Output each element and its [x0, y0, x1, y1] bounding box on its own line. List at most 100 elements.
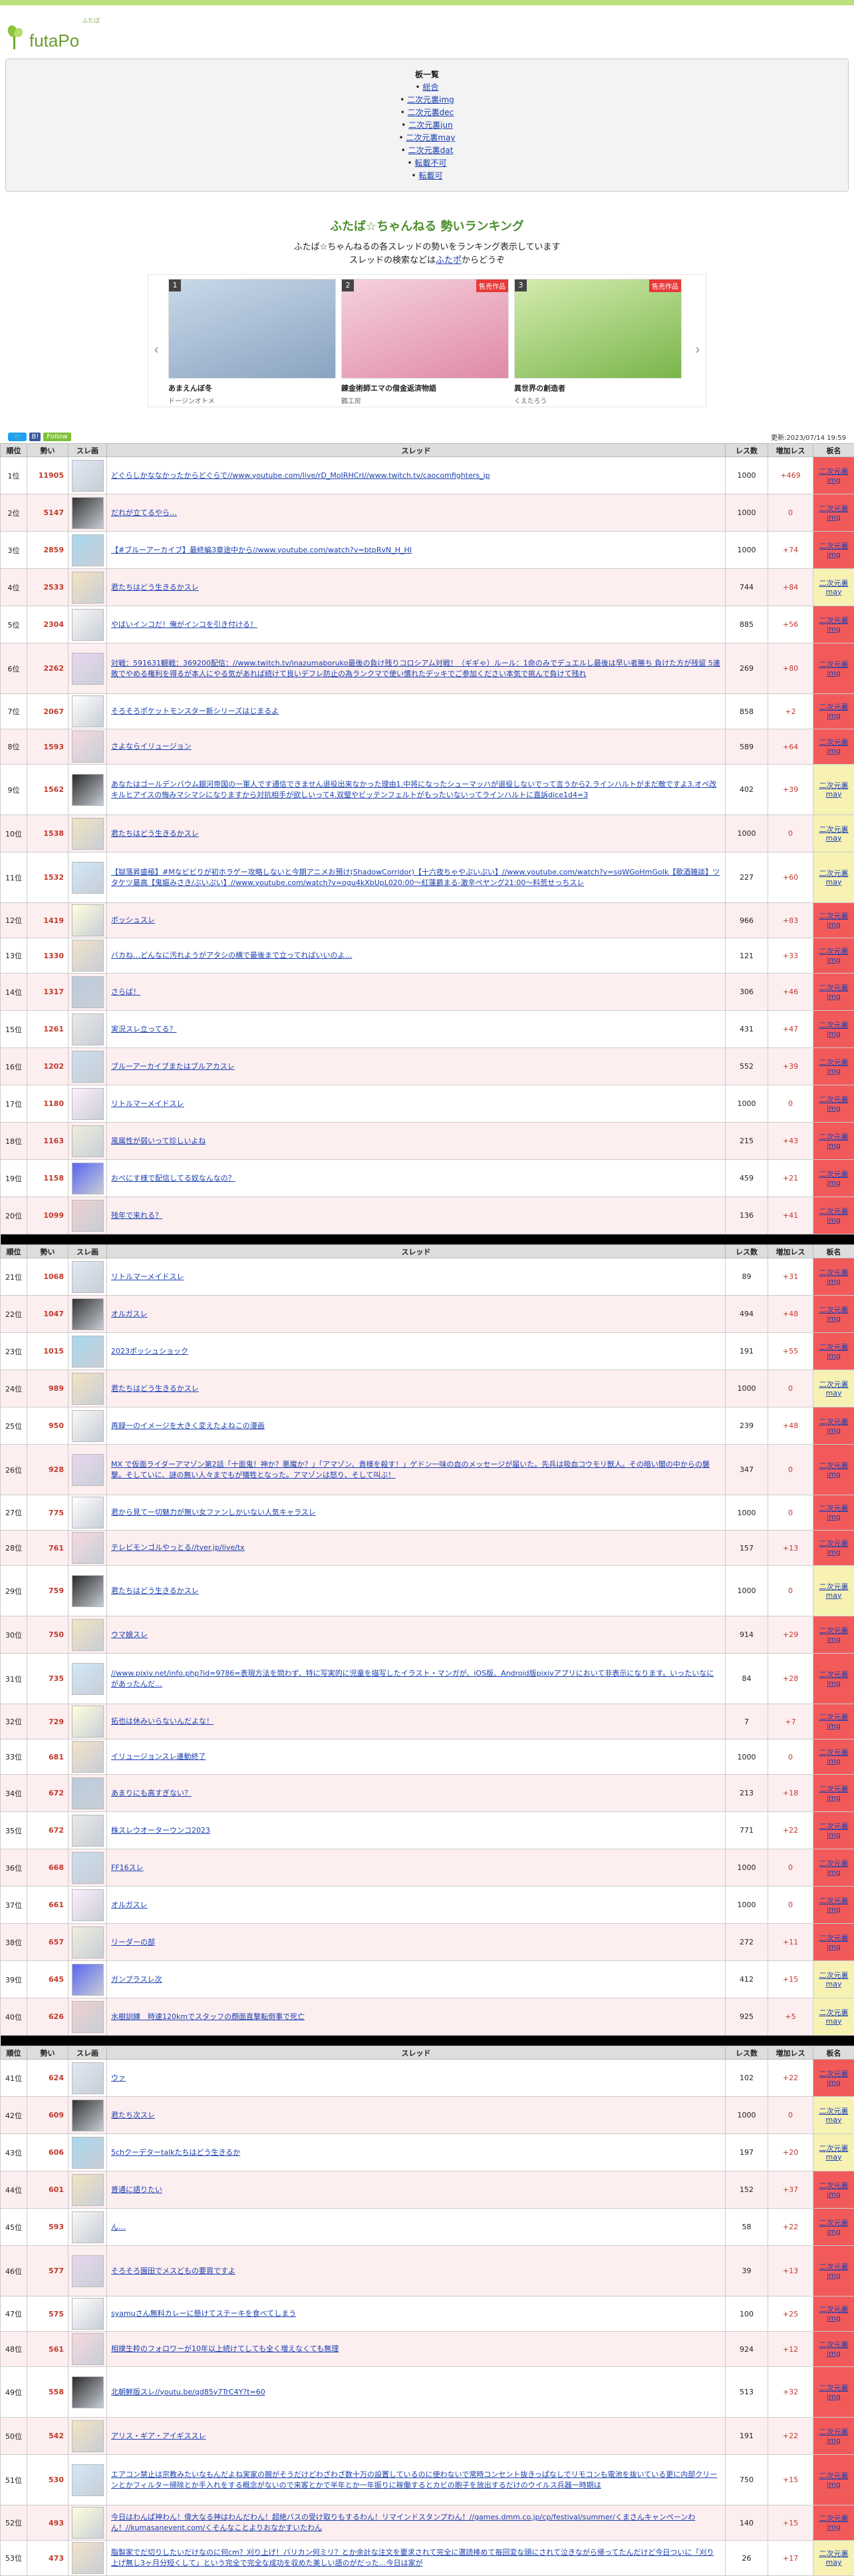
thread-thumbnail[interactable]: [72, 1532, 104, 1564]
thread-link[interactable]: そろそろポケットモンスター新シリーズはじまるよ: [111, 707, 279, 715]
thread-link[interactable]: おぺにす様で配信してる奴なんなの？: [111, 1174, 235, 1183]
thread-thumbnail[interactable]: [72, 1051, 104, 1083]
thread-link[interactable]: 君から見て一切魅力が無い女ファンしかいない人気キャラスレ: [111, 1508, 316, 1517]
board-link[interactable]: 二次元裏img: [819, 660, 849, 677]
thumbnail-cell[interactable]: [69, 815, 107, 852]
thumbnail-cell[interactable]: [69, 1407, 107, 1445]
board-link[interactable]: 二次元裏img: [819, 1343, 849, 1360]
thread-thumbnail[interactable]: [72, 1741, 104, 1773]
board-link[interactable]: 二次元裏img: [819, 1095, 849, 1113]
board-link[interactable]: 二次元裏img: [819, 2472, 849, 2489]
board-link[interactable]: 二次元裏img: [819, 1306, 849, 1323]
feedly-follow-button[interactable]: Follow: [43, 433, 71, 441]
thread-thumbnail[interactable]: [72, 1125, 104, 1157]
thumbnail-cell[interactable]: [69, 2246, 107, 2297]
thread-thumbnail[interactable]: [72, 904, 104, 936]
thumbnail-cell[interactable]: [69, 1296, 107, 1333]
carousel-card[interactable]: 2售売作品錬金術師エマの借金返済物語鶴工房: [341, 279, 509, 405]
thread-link[interactable]: そろそろ園田でメスどもの要買ですよ: [111, 2267, 235, 2275]
board-link[interactable]: 二次元裏may: [406, 133, 455, 142]
thumbnail-cell[interactable]: [69, 569, 107, 606]
thread-link[interactable]: イリュージョンスレ連動終了: [111, 1752, 206, 1761]
board-link[interactable]: 二次元裏may: [819, 2008, 849, 2026]
board-link[interactable]: 二次元裏img: [819, 738, 849, 755]
board-link[interactable]: 二次元裏img: [819, 1133, 849, 1150]
board-link[interactable]: 二次元裏img: [819, 467, 849, 484]
board-link[interactable]: 二次元裏img: [819, 1504, 849, 1521]
thread-link[interactable]: 風属性が弱いって珍しいよね: [111, 1137, 206, 1145]
board-link[interactable]: 二次元裏img: [819, 1859, 849, 1877]
thread-link[interactable]: ウァ: [111, 2074, 126, 2082]
board-link[interactable]: 二次元裏img: [819, 1822, 849, 1839]
thumbnail-cell[interactable]: [69, 2332, 107, 2367]
thread-link[interactable]: 拓也は休みいらないんだよな！: [111, 1717, 214, 1726]
thumbnail-cell[interactable]: [69, 903, 107, 938]
board-link[interactable]: 二次元裏img: [819, 1670, 849, 1688]
board-link[interactable]: 二次元裏img: [407, 95, 454, 104]
thread-thumbnail[interactable]: [72, 1261, 104, 1293]
thread-link[interactable]: リトルマーメイドスレ: [111, 1272, 184, 1281]
thread-thumbnail[interactable]: [72, 818, 104, 850]
thread-thumbnail[interactable]: [72, 976, 104, 1008]
futapo-link[interactable]: ふたポ: [436, 256, 462, 266]
thread-thumbnail[interactable]: [72, 1619, 104, 1651]
thread-thumbnail[interactable]: [72, 695, 104, 727]
board-link[interactable]: 二次元裏may: [819, 1380, 849, 1397]
thread-link[interactable]: あなたはゴールデンバウム銀河帝国の一軍人です通信できません退役出来なかった理由1…: [111, 780, 716, 799]
thread-link[interactable]: 再録一のイメージを大きく変えたよねこの漫画: [111, 1421, 265, 1430]
thumbnail-cell[interactable]: [69, 694, 107, 729]
thread-thumbnail[interactable]: [72, 609, 104, 641]
thread-link[interactable]: 実況スレ立ってる？: [111, 1025, 176, 1033]
thumbnail-cell[interactable]: [69, 532, 107, 569]
thumbnail-cell[interactable]: [69, 1160, 107, 1197]
board-link[interactable]: 二次元裏img: [819, 703, 849, 720]
thumbnail-cell[interactable]: [69, 1370, 107, 1407]
thread-thumbnail[interactable]: [72, 1852, 104, 1884]
thumbnail-cell[interactable]: [69, 1085, 107, 1123]
thread-thumbnail[interactable]: [72, 1088, 104, 1120]
thread-link[interactable]: 北朝鮮版スレ//youtu.be/qd85y7TrC4Y?t=60: [111, 2388, 265, 2396]
thread-link[interactable]: 株スレウオーターウンコ2023: [111, 1826, 210, 1835]
thumbnail-cell[interactable]: [69, 2209, 107, 2246]
thread-thumbnail[interactable]: [72, 497, 104, 529]
thread-thumbnail[interactable]: [72, 1663, 104, 1695]
thumbnail-cell[interactable]: [69, 1849, 107, 1887]
thumbnail-cell[interactable]: [69, 938, 107, 974]
board-link[interactable]: 二次元裏may: [819, 869, 849, 886]
thread-link[interactable]: どぐらしかななかったからどぐらで//www.youtube.com/live/r…: [111, 471, 490, 480]
thumbnail-cell[interactable]: [69, 2134, 107, 2171]
thumbnail-cell[interactable]: [69, 1704, 107, 1740]
thread-thumbnail[interactable]: [72, 1497, 104, 1529]
board-link[interactable]: 二次元裏img: [819, 912, 849, 929]
thread-link[interactable]: 君たち次スレ: [111, 2111, 155, 2119]
board-link[interactable]: 二次元裏img: [819, 2428, 849, 2445]
thumbnail-cell[interactable]: [69, 765, 107, 815]
board-link[interactable]: 二次元裏img: [819, 1934, 849, 1951]
thread-thumbnail[interactable]: [72, 1373, 104, 1405]
thread-link[interactable]: やばいインコだ！俺がインコを引き付ける！: [111, 620, 257, 629]
thumbnail-cell[interactable]: [69, 644, 107, 694]
thread-thumbnail[interactable]: [72, 460, 104, 492]
board-link[interactable]: 二次元裏img: [819, 2263, 849, 2280]
thread-thumbnail[interactable]: [72, 2542, 104, 2574]
thread-thumbnail[interactable]: [72, 2420, 104, 2452]
board-link[interactable]: 二次元裏img: [819, 947, 849, 964]
board-link[interactable]: 二次元裏may: [819, 2144, 849, 2161]
thumbnail-cell[interactable]: [69, 1258, 107, 1296]
carousel-card[interactable]: 1あまえんぼ冬ドージンオトメ: [168, 279, 336, 405]
tweet-button[interactable]: 🐦: [8, 433, 27, 441]
thread-link[interactable]: エアコン禁止は宗教みたいなもんだよね実家の親がそうだけどわざわざ数十万の設置して…: [111, 2470, 717, 2489]
board-link[interactable]: 二次元裏img: [819, 2340, 849, 2358]
board-link[interactable]: 二次元裏img: [819, 1461, 849, 1479]
thread-link[interactable]: 君たちはどう生きるかスレ: [111, 1586, 199, 1595]
thread-thumbnail[interactable]: [72, 1200, 104, 1232]
thread-link[interactable]: 君たちはどう生きるかスレ: [111, 1384, 199, 1393]
board-link[interactable]: 二次元裏img: [819, 2514, 849, 2531]
board-link[interactable]: 二次元裏img: [819, 984, 849, 1001]
thread-thumbnail[interactable]: [72, 1889, 104, 1921]
thumbnail-cell[interactable]: [69, 2455, 107, 2505]
board-link[interactable]: 転載可: [418, 171, 442, 180]
thumbnail-cell[interactable]: [69, 1654, 107, 1704]
thread-link[interactable]: 2023ボッシュショック: [111, 1347, 188, 1356]
thread-thumbnail[interactable]: [72, 572, 104, 604]
